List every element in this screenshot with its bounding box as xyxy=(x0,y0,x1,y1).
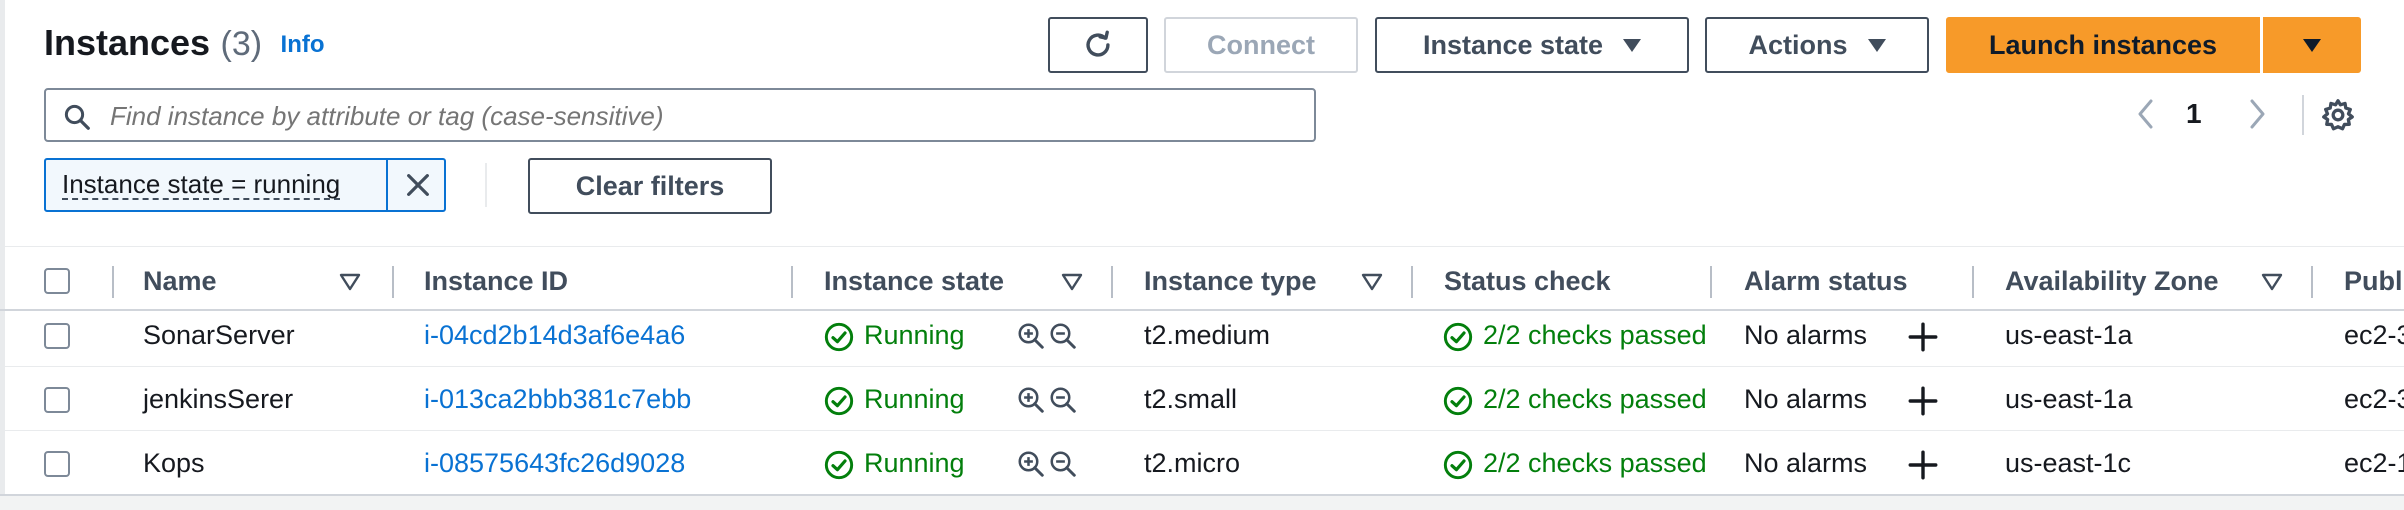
row-divider xyxy=(0,366,2404,367)
current-page-number[interactable]: 1 xyxy=(2186,98,2202,130)
column-separator xyxy=(2311,266,2313,298)
zoom-in-icon[interactable] xyxy=(1016,448,1046,480)
caret-down-icon xyxy=(1623,38,1642,52)
actions-dropdown[interactable]: Actions xyxy=(1705,17,1929,73)
public-dns-value: ec2-1 xyxy=(2344,448,2404,478)
sort-icon[interactable] xyxy=(339,273,361,291)
row-checkbox[interactable] xyxy=(44,387,70,413)
row-checkbox[interactable] xyxy=(44,451,70,477)
zoom-out-icon[interactable] xyxy=(1048,320,1078,352)
zoom-in-icon[interactable] xyxy=(1016,384,1046,416)
column-header-instance-type[interactable]: Instance type xyxy=(1144,266,1317,297)
previous-page-icon[interactable] xyxy=(2134,96,2158,132)
refresh-button[interactable] xyxy=(1048,17,1148,73)
search-bar[interactable] xyxy=(44,88,1316,142)
title-text: Instances xyxy=(44,22,211,63)
refresh-icon xyxy=(1086,30,1110,57)
launch-instances-button[interactable]: Launch instances xyxy=(1946,17,2260,73)
caret-down-icon xyxy=(2303,38,2321,52)
instance-type-value: t2.small xyxy=(1144,384,1238,414)
filter-token: Instance state = running xyxy=(44,158,446,212)
availability-zone-value: us-east-1a xyxy=(2005,320,2133,350)
instance-state-value: Running xyxy=(864,320,965,350)
status-check-value: 2/2 checks passed xyxy=(1483,320,1707,350)
add-alarm-icon[interactable] xyxy=(1906,384,1940,418)
add-alarm-icon[interactable] xyxy=(1906,320,1940,354)
column-separator xyxy=(392,266,394,298)
search-input[interactable] xyxy=(108,96,1302,136)
column-header-availability-zone[interactable]: Availability Zone xyxy=(2005,266,2219,297)
actions-label: Actions xyxy=(1748,29,1848,60)
status-check-value: 2/2 checks passed xyxy=(1483,448,1707,478)
column-separator xyxy=(112,266,114,298)
instance-type-value: t2.micro xyxy=(1144,448,1241,478)
horizontal-scrollbar[interactable] xyxy=(0,496,2404,510)
column-header-instance-state[interactable]: Instance state xyxy=(824,266,1004,297)
clear-filters-button[interactable]: Clear filters xyxy=(528,158,772,214)
zoom-out-icon[interactable] xyxy=(1048,448,1078,480)
instance-name: SonarServer xyxy=(143,320,295,350)
status-check-value: 2/2 checks passed xyxy=(1483,384,1707,414)
remove-filter-icon[interactable] xyxy=(402,169,434,201)
instance-id-link[interactable]: i-013ca2bbb381c7ebb xyxy=(424,384,691,415)
status-check-icon xyxy=(1443,322,1473,352)
connect-button[interactable]: Connect xyxy=(1164,17,1358,73)
sort-icon[interactable] xyxy=(1361,273,1383,291)
column-separator xyxy=(1411,266,1413,298)
instance-state-dropdown[interactable]: Instance state xyxy=(1375,17,1689,73)
sort-icon[interactable] xyxy=(2261,273,2283,291)
column-header-public-dns[interactable]: Publi xyxy=(2344,266,2404,297)
instance-count: (3) xyxy=(220,25,263,63)
row-checkbox[interactable] xyxy=(44,323,70,349)
instance-id-link[interactable]: i-08575643fc26d9028 xyxy=(424,448,685,479)
column-separator xyxy=(791,266,793,298)
next-page-icon[interactable] xyxy=(2245,96,2269,132)
instance-name: Kops xyxy=(143,448,205,478)
instance-state-value: Running xyxy=(864,384,965,414)
filter-token-label[interactable]: Instance state = running xyxy=(62,170,341,200)
add-alarm-icon[interactable] xyxy=(1906,448,1940,482)
table-top-border xyxy=(0,246,2404,247)
instance-id-link[interactable]: i-04cd2b14d3af6e4a6 xyxy=(424,320,685,351)
status-check-icon xyxy=(1443,450,1473,480)
instance-state-label: Instance state xyxy=(1422,29,1604,60)
instance-type-value: t2.medium xyxy=(1144,320,1271,350)
alarm-status-value: No alarms xyxy=(1744,448,1868,478)
sort-icon[interactable] xyxy=(1061,273,1083,291)
zoom-in-icon[interactable] xyxy=(1016,320,1046,352)
column-header-instance-id[interactable]: Instance ID xyxy=(424,266,568,297)
page-title: Instances (3) Info xyxy=(44,22,325,64)
select-all-checkbox[interactable] xyxy=(44,268,70,294)
instance-name: jenkinsSerer xyxy=(143,384,294,414)
settings-gear-icon[interactable] xyxy=(2320,97,2356,133)
pagination-divider xyxy=(2302,95,2304,135)
column-separator xyxy=(1972,266,1974,298)
launch-options-dropdown[interactable] xyxy=(2263,17,2361,73)
search-icon xyxy=(64,104,90,130)
public-dns-value: ec2-3 xyxy=(2344,320,2404,350)
filter-token-divider xyxy=(386,160,388,210)
zoom-out-icon[interactable] xyxy=(1048,384,1078,416)
header-bottom-border xyxy=(0,309,2404,311)
column-header-status-check[interactable]: Status check xyxy=(1444,266,1611,297)
info-link[interactable]: Info xyxy=(281,31,325,58)
filter-divider xyxy=(485,163,487,207)
alarm-status-value: No alarms xyxy=(1744,384,1868,414)
running-check-icon xyxy=(824,386,854,416)
running-check-icon xyxy=(824,322,854,352)
caret-down-icon xyxy=(1867,38,1886,52)
availability-zone-value: us-east-1c xyxy=(2005,448,2132,478)
column-header-name[interactable]: Name xyxy=(143,266,217,297)
instance-state-value: Running xyxy=(864,448,965,478)
public-dns-value: ec2-3 xyxy=(2344,384,2404,414)
row-divider xyxy=(0,430,2404,431)
column-separator xyxy=(1710,266,1712,298)
left-border xyxy=(0,0,5,510)
status-check-icon xyxy=(1443,386,1473,416)
availability-zone-value: us-east-1a xyxy=(2005,384,2133,414)
column-header-alarm-status[interactable]: Alarm status xyxy=(1744,266,1908,297)
alarm-status-value: No alarms xyxy=(1744,320,1868,350)
running-check-icon xyxy=(824,450,854,480)
column-separator xyxy=(1111,266,1113,298)
